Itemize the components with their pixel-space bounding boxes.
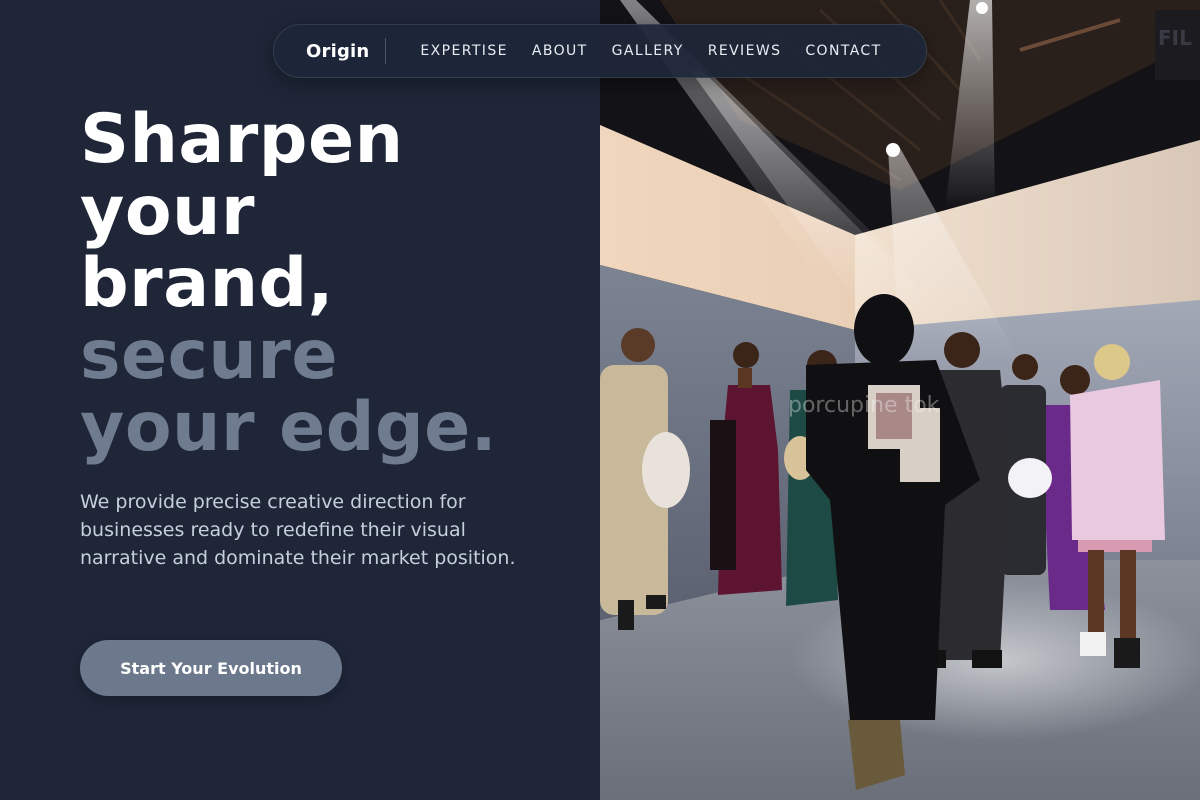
headline-line-4: secure [80, 316, 338, 395]
top-navigation: Origin EXPERTISE ABOUT GALLERY REVIEWS C… [273, 24, 927, 78]
headline-line-3: brand, [80, 244, 335, 323]
brand-logo[interactable]: Origin [274, 41, 385, 62]
nav-link-expertise[interactable]: EXPERTISE [420, 43, 507, 59]
hero-description: We provide precise creative direction fo… [80, 491, 516, 569]
garment-text: porcupine tok [788, 393, 940, 418]
fashion-show-photo: FIL BRA [600, 0, 1200, 800]
nav-link-gallery[interactable]: GALLERY [612, 43, 684, 59]
hero-headline: Sharpen your brand, secure your edge. [80, 104, 580, 464]
start-evolution-button[interactable]: Start Your Evolution [80, 640, 342, 696]
headline-line-1: Sharpen [80, 100, 404, 179]
nav-link-reviews[interactable]: REVIEWS [708, 43, 782, 59]
hero-panel: Sharpen your brand, secure your edge. We… [0, 0, 600, 800]
nav-link-contact[interactable]: CONTACT [805, 43, 881, 59]
hero-content: Sharpen your brand, secure your edge. [80, 104, 580, 464]
headline-line-5: your edge. [80, 388, 498, 467]
landing-page: Sharpen your brand, secure your edge. We… [0, 0, 1200, 800]
nav-links: EXPERTISE ABOUT GALLERY REVIEWS CONTACT [408, 43, 893, 59]
wall-sign-text: FIL BRA [1158, 26, 1200, 50]
hero-photo: FIL BRA [600, 0, 1200, 800]
headline-line-2: your [80, 172, 255, 251]
nav-divider [385, 38, 387, 64]
nav-link-about[interactable]: ABOUT [532, 43, 588, 59]
